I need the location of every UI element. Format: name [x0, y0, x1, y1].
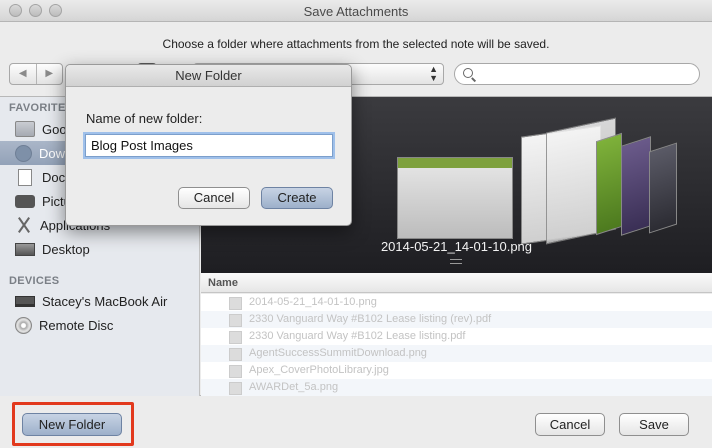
- folder-name-input[interactable]: [85, 134, 333, 157]
- window-titlebar: Save Attachments: [0, 0, 712, 22]
- cover-flow-item[interactable]: [621, 136, 651, 236]
- sidebar-item-desktop[interactable]: Desktop: [0, 237, 199, 261]
- folder-name-label: Name of new folder:: [86, 111, 203, 126]
- sidebar-item-label: Remote Disc: [39, 317, 114, 333]
- dialog-cancel-button[interactable]: Cancel: [178, 187, 250, 209]
- file-row: Apex_CoverPhotoLibrary.jpg: [201, 362, 712, 379]
- sidebar-item-macbook-air[interactable]: Stacey's MacBook Air: [0, 289, 199, 313]
- file-row: AWARDet_5a.png: [201, 379, 712, 396]
- document-icon: [18, 168, 32, 186]
- sidebar-item-label: Desktop: [42, 241, 90, 257]
- instruction-text: Choose a folder where attachments from t…: [162, 37, 550, 51]
- file-row: 2330 Vanguard Way #B102 Lease listing (r…: [201, 311, 712, 328]
- laptop-icon: [15, 295, 35, 307]
- favorites-heading: FAVORITES: [9, 102, 74, 114]
- dialog-title: New Folder: [66, 65, 351, 87]
- cancel-button[interactable]: Cancel: [535, 413, 605, 436]
- window-title: Save Attachments: [303, 4, 409, 19]
- create-button[interactable]: Create: [261, 187, 333, 209]
- sidebar-item-remote-disc[interactable]: Remote Disc: [0, 313, 199, 337]
- resize-handle[interactable]: [450, 259, 462, 264]
- file-row: 2014-05-21_14-01-10.png: [201, 294, 712, 311]
- devices-heading: DEVICES: [9, 275, 60, 287]
- forward-arrow-icon[interactable]: ▶: [37, 64, 63, 84]
- cover-flow-selected-item[interactable]: [397, 157, 513, 239]
- file-list: 2014-05-21_14-01-10.png 2330 Vanguard Wa…: [201, 294, 712, 396]
- save-button[interactable]: Save: [619, 413, 689, 436]
- preview-filename: 2014-05-21_14-01-10.png: [380, 239, 533, 254]
- back-forward-control[interactable]: ◀ ▶: [9, 63, 63, 85]
- back-arrow-icon[interactable]: ◀: [10, 64, 37, 84]
- column-header-name[interactable]: Name: [201, 273, 712, 293]
- file-row: AgentSuccessSummitDownload.png: [201, 345, 712, 362]
- new-folder-dialog: New Folder Name of new folder: Cancel Cr…: [65, 64, 352, 226]
- new-folder-button[interactable]: New Folder: [22, 413, 122, 436]
- camera-icon: [15, 194, 35, 208]
- up-down-arrows-icon: ▲ ▼: [429, 64, 438, 83]
- disc-icon: [15, 316, 32, 334]
- downloads-icon: [15, 144, 32, 162]
- search-field[interactable]: [454, 63, 700, 85]
- desktop-icon: [15, 242, 35, 256]
- cover-flow-item[interactable]: [649, 142, 677, 234]
- folder-icon: [15, 121, 35, 137]
- sidebar-item-label: Stacey's MacBook Air: [42, 293, 168, 309]
- file-row: 2330 Vanguard Way #B102 Lease listing.pd…: [201, 328, 712, 345]
- cover-flow-item[interactable]: [596, 132, 622, 236]
- search-icon: [463, 68, 473, 78]
- applications-icon: [15, 216, 33, 234]
